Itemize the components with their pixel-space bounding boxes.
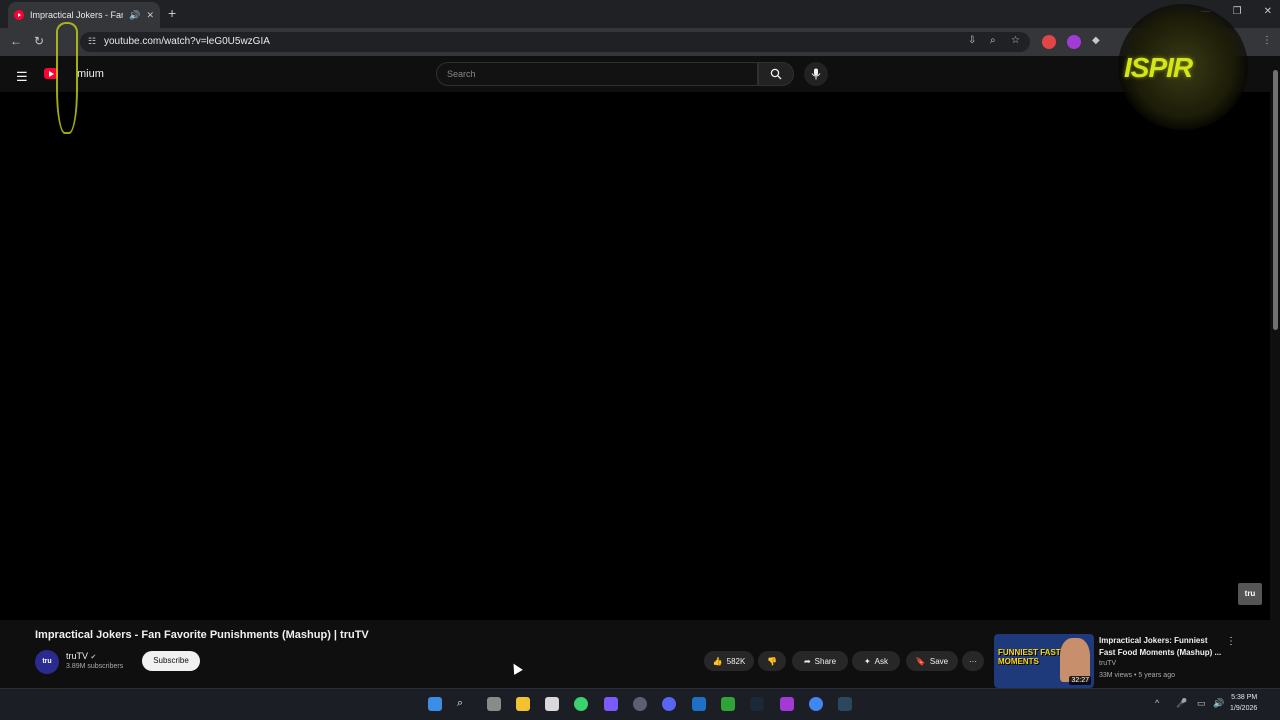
taskbar-clock[interactable]: 5:38 PM 1/9/2026 xyxy=(1230,692,1257,714)
save-button[interactable]: 🔖 Save xyxy=(906,651,958,671)
youtube-favicon-icon xyxy=(14,10,24,20)
close-window-icon[interactable]: ✕ xyxy=(1264,6,1272,17)
restore-icon[interactable]: ❐ xyxy=(1233,6,1242,17)
address-bar[interactable]: ☷ youtube.com/watch?v=leG0U5wzGIA xyxy=(80,32,1030,52)
store-icon[interactable] xyxy=(545,697,559,711)
video-player[interactable] xyxy=(0,92,1270,620)
more-icon: ··· xyxy=(969,656,977,666)
ask-label: Ask xyxy=(874,656,889,666)
overlay-logo-text: ISPIR xyxy=(1124,52,1193,83)
install-icon[interactable]: ⇩ xyxy=(968,35,976,46)
steam-icon[interactable] xyxy=(838,697,852,711)
youtube-brand-text[interactable]: mium xyxy=(77,68,104,80)
tray-overflow-icon[interactable]: ^ xyxy=(1155,698,1159,708)
dislike-button[interactable]: 👎 xyxy=(758,651,786,671)
like-button[interactable]: 👍 582K xyxy=(704,651,754,671)
outlook-icon[interactable] xyxy=(692,697,706,711)
ask-button[interactable]: ✦ Ask xyxy=(852,651,900,671)
voice-search-button[interactable] xyxy=(804,62,828,86)
suggested-video-title[interactable]: Impractical Jokers: Funniest Fast Food M… xyxy=(1099,635,1223,659)
microphone-tray-icon[interactable]: 🎤 xyxy=(1176,698,1187,709)
channel-watermark[interactable]: tru xyxy=(1238,583,1262,605)
xbox-icon[interactable] xyxy=(721,697,735,711)
share-label: Share xyxy=(814,656,837,666)
clock-time: 5:38 PM xyxy=(1231,694,1258,701)
close-tab-icon[interactable]: ✕ xyxy=(146,10,154,21)
video-duration: 32:27 xyxy=(1069,676,1091,685)
search-button[interactable] xyxy=(758,62,794,86)
zoom-icon[interactable]: ⌕ xyxy=(990,35,996,46)
subscribe-button[interactable]: Subscribe xyxy=(142,651,200,671)
browser-tab[interactable]: Impractical Jokers - Fan Fav 🔊 ✕ xyxy=(8,2,160,28)
new-tab-button[interactable]: + xyxy=(168,5,176,21)
app-icon[interactable] xyxy=(574,697,588,711)
extension-icon[interactable] xyxy=(1042,35,1056,49)
extension-icon[interactable] xyxy=(1067,35,1081,49)
channel-avatar[interactable]: tru xyxy=(35,650,59,674)
share-icon: ➦ xyxy=(803,656,811,666)
suggested-video-meta: 33M views • 5 years ago xyxy=(1099,672,1175,679)
search-icon xyxy=(770,68,782,80)
tab-title: Impractical Jokers - Fan Fav xyxy=(30,10,123,20)
task-view-icon[interactable] xyxy=(487,697,501,711)
hamburger-menu-icon[interactable]: ☰ xyxy=(16,69,28,85)
app-icon[interactable] xyxy=(633,697,647,711)
start-menu-icon[interactable] xyxy=(428,697,442,711)
microphone-icon xyxy=(811,68,821,80)
more-actions-button[interactable]: ··· xyxy=(962,651,984,671)
overlay-globe-logo: ISPIR xyxy=(1118,4,1248,130)
network-icon[interactable]: ▭ xyxy=(1197,698,1206,709)
chrome-icon[interactable] xyxy=(809,697,823,711)
scrollbar-thumb[interactable] xyxy=(1273,70,1278,330)
bookmark-icon: 🔖 xyxy=(915,656,926,666)
site-info-icon[interactable]: ☷ xyxy=(88,36,96,47)
sparkle-icon: ✦ xyxy=(863,656,871,666)
mouse-cursor xyxy=(509,661,523,675)
video-title: Impractical Jokers - Fan Favorite Punish… xyxy=(35,629,369,641)
suggested-video-thumbnail[interactable]: FUNNIEST FAST FOOD MOMENTS 32:27 xyxy=(994,634,1094,688)
clock-date: 1/9/2026 xyxy=(1230,705,1258,712)
save-label: Save xyxy=(929,656,949,666)
subscriber-count: 3.89M subscribers xyxy=(66,663,124,670)
app-icon[interactable] xyxy=(604,697,618,711)
volume-icon[interactable]: 🔊 xyxy=(1213,698,1224,709)
share-button[interactable]: ➦ Share xyxy=(792,651,848,671)
extension-icon[interactable]: ◆ xyxy=(1092,35,1100,46)
file-explorer-icon[interactable] xyxy=(516,697,530,711)
page-scrollbar[interactable] xyxy=(1270,56,1280,686)
bookmark-star-icon[interactable]: ☆ xyxy=(1011,35,1020,46)
reload-icon[interactable]: ↻ xyxy=(34,34,44,48)
search-placeholder: Search xyxy=(447,69,476,79)
steam-icon[interactable] xyxy=(750,697,764,711)
search-input[interactable]: Search xyxy=(436,62,758,86)
suggested-video-channel[interactable]: truTV xyxy=(1099,660,1116,667)
channel-name-text: truTV xyxy=(66,651,89,661)
thumbs-up-icon: 👍 xyxy=(712,656,723,666)
more-options-icon[interactable]: ⋮ xyxy=(1226,636,1236,647)
thumbs-down-icon: 👎 xyxy=(767,656,777,666)
url-text: youtube.com/watch?v=leG0U5wzGIA xyxy=(104,36,270,47)
browser-tab-bar xyxy=(0,0,1280,28)
app-icon[interactable] xyxy=(780,697,794,711)
channel-name[interactable]: truTV ✔ xyxy=(66,651,96,661)
overlay-scribble-graphic xyxy=(56,22,78,134)
discord-icon[interactable] xyxy=(662,697,676,711)
back-icon[interactable]: ← xyxy=(10,34,22,48)
audio-playing-icon[interactable]: 🔊 xyxy=(129,10,140,21)
search-icon[interactable]: ⌕ xyxy=(457,697,471,711)
verified-icon: ✔ xyxy=(90,654,97,661)
menu-kebab-icon[interactable]: ⋮ xyxy=(1262,35,1272,46)
like-count: 582K xyxy=(726,656,746,666)
